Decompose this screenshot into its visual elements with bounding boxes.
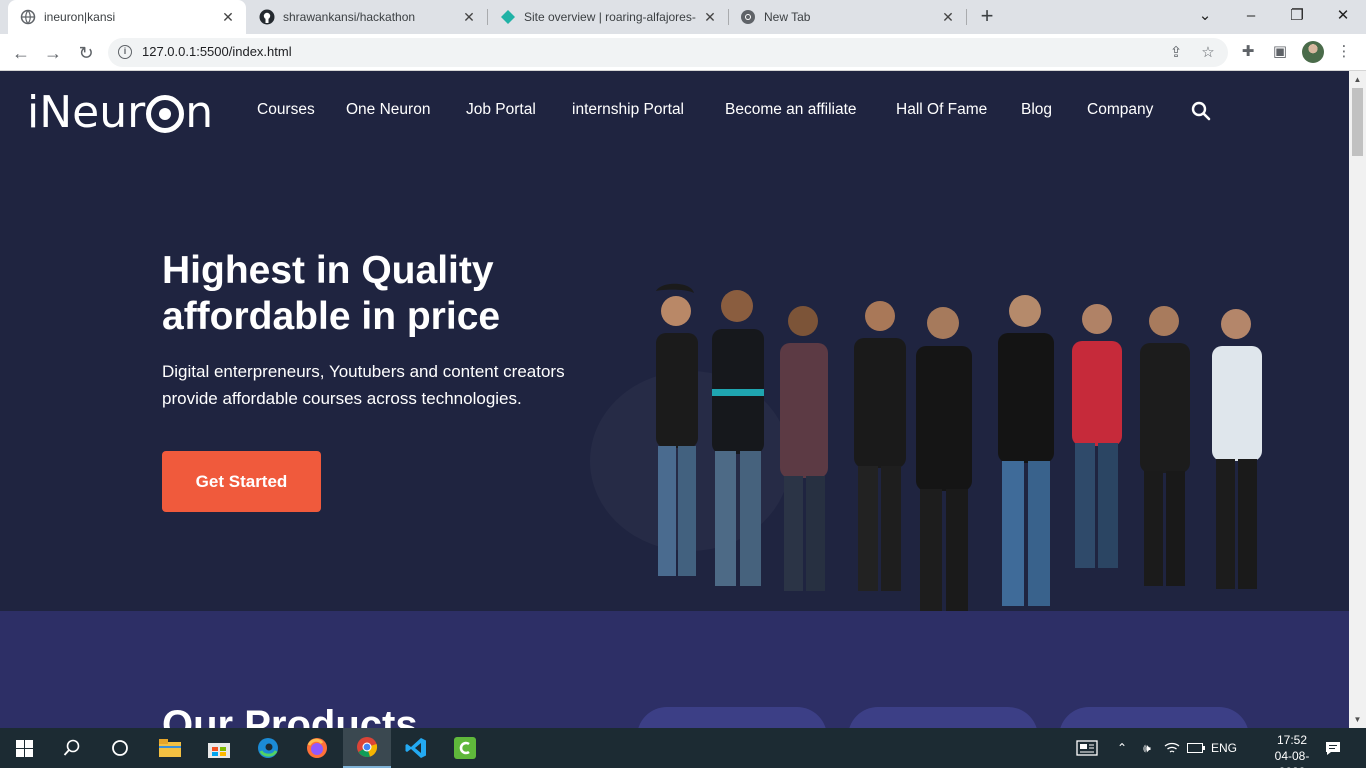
nav-hall-of-fame[interactable]: Hall Of Fame — [896, 101, 987, 119]
person-6 — [998, 295, 1054, 606]
logo-text-prefix: iNeur — [27, 86, 146, 138]
restore-icon[interactable]: ❐ — [1274, 0, 1320, 34]
firefox-icon[interactable] — [293, 728, 341, 768]
tab-divider — [966, 9, 967, 25]
windows-start-icon[interactable] — [0, 728, 48, 768]
clock-date: 04-08-2022 — [1274, 749, 1310, 779]
windows-taskbar: ⌃ 🕪 ENG 17:52 04-08-2022 — [0, 728, 1366, 779]
file-explorer-icon[interactable] — [146, 728, 194, 768]
tab-netlify[interactable]: Site overview | roaring-alfajores- ✕ — [488, 0, 728, 34]
product-card[interactable] — [637, 707, 827, 728]
microsoft-store-icon[interactable] — [195, 728, 243, 768]
tab-label: ineuron|kansi — [44, 10, 116, 24]
side-panel-icon[interactable]: ▣ — [1270, 42, 1290, 62]
nav-become-affiliate[interactable]: Become an affiliate — [725, 101, 857, 119]
nav-courses[interactable]: Courses — [257, 101, 315, 119]
task-view-icon[interactable] — [96, 728, 144, 768]
news-widget-icon[interactable] — [1072, 728, 1102, 768]
product-card[interactable] — [1059, 707, 1249, 728]
scrollbar-thumb[interactable] — [1352, 88, 1363, 156]
address-bar[interactable]: i 127.0.0.1:5500/index.html ⇪ ☆ — [108, 38, 1228, 67]
person-8 — [1140, 306, 1190, 586]
reload-icon[interactable]: ↻ — [73, 40, 99, 66]
back-icon[interactable]: ← — [8, 40, 34, 66]
product-card[interactable] — [848, 707, 1038, 728]
tab-new-tab[interactable]: New Tab ✕ — [728, 0, 966, 34]
menu-kebab-icon[interactable]: ⋮ — [1334, 42, 1354, 62]
products-section: Our Products — [0, 611, 1349, 728]
forward-icon[interactable]: → — [40, 40, 66, 66]
hero-title: Highest in Quality affordable in price — [162, 248, 622, 340]
profile-avatar[interactable] — [1302, 41, 1324, 63]
site-info-icon[interactable]: i — [118, 45, 132, 59]
netlify-icon — [501, 10, 515, 24]
person-5 — [916, 307, 972, 614]
new-tab-button[interactable]: + — [976, 5, 998, 28]
nav-job-portal[interactable]: Job Portal — [466, 101, 536, 119]
extensions-icon[interactable]: ✚ — [1238, 42, 1258, 62]
browser-toolbar: ← → ↻ i 127.0.0.1:5500/index.html ⇪ ☆ ✚ … — [0, 34, 1366, 71]
tab-search-icon[interactable]: ⌄ — [1182, 0, 1228, 34]
volume-icon[interactable]: 🕪 — [1136, 728, 1158, 768]
hero-subtitle-line-1: Digital enterpreneurs, Youtubers and con… — [162, 362, 565, 381]
get-started-button[interactable]: Get Started — [162, 451, 321, 512]
close-tab-icon[interactable]: ✕ — [702, 9, 718, 25]
close-tab-icon[interactable]: ✕ — [461, 9, 477, 25]
products-title: Our Products — [162, 703, 418, 728]
nav-one-neuron[interactable]: One Neuron — [346, 101, 430, 119]
bookmark-star-icon[interactable]: ☆ — [1198, 43, 1218, 63]
share-icon[interactable]: ⇪ — [1166, 43, 1186, 63]
chevron-up-icon[interactable]: ⌃ — [1112, 728, 1132, 768]
team-photo — [590, 283, 1262, 614]
notifications-icon[interactable] — [1320, 728, 1346, 768]
hero-title-line-1: Highest in Quality — [162, 249, 494, 292]
close-tab-icon[interactable]: ✕ — [220, 9, 236, 25]
tab-label: shrawankansi/hackathon — [283, 10, 416, 24]
person-2 — [712, 290, 764, 586]
camtasia-icon[interactable] — [441, 728, 489, 768]
clock-time: 17:52 — [1276, 733, 1308, 747]
language-indicator[interactable]: ENG — [1209, 728, 1239, 768]
browser-tab-strip: ineuron|kansi ✕ shrawankansi/hackathon ✕… — [0, 0, 1366, 34]
tab-label: New Tab — [764, 10, 811, 24]
nav-internship-portal[interactable]: internship Portal — [572, 101, 684, 119]
edge-icon[interactable] — [244, 728, 292, 768]
github-icon — [259, 9, 275, 25]
minimize-icon[interactable]: – — [1228, 0, 1274, 34]
person-3 — [780, 306, 828, 591]
hero-subtitle: Digital enterpreneurs, Youtubers and con… — [162, 358, 612, 412]
chrome-icon — [741, 10, 755, 24]
person-7 — [1072, 304, 1122, 568]
tab-ineuron[interactable]: ineuron|kansi ✕ — [8, 0, 246, 34]
search-icon[interactable] — [48, 728, 96, 768]
logo-text-suffix: n — [185, 86, 214, 138]
system-clock[interactable]: 17:52 04-08-2022 — [1262, 732, 1322, 780]
search-icon[interactable] — [1190, 100, 1212, 122]
battery-icon[interactable] — [1185, 728, 1207, 768]
close-tab-icon[interactable]: ✕ — [940, 9, 956, 25]
nav-blog[interactable]: Blog — [1021, 101, 1052, 119]
url-text: 127.0.0.1:5500/index.html — [142, 44, 292, 59]
page-content: iNeur n Courses One Neuron Job Portal in… — [0, 71, 1349, 728]
nav-company[interactable]: Company — [1087, 101, 1153, 119]
globe-icon — [20, 9, 36, 25]
scroll-up-icon[interactable]: ▲ — [1349, 71, 1366, 88]
wifi-icon[interactable] — [1161, 728, 1183, 768]
page-scrollbar[interactable]: ▲ ▼ — [1349, 71, 1366, 728]
scroll-down-icon[interactable]: ▼ — [1349, 711, 1366, 728]
person-9 — [1212, 309, 1262, 589]
hero-title-line-2: affordable in price — [162, 295, 501, 338]
person-4 — [854, 301, 906, 591]
tab-github[interactable]: shrawankansi/hackathon ✕ — [247, 0, 487, 34]
chrome-icon[interactable] — [343, 728, 391, 768]
hero-subtitle-line-2: provide affordable courses across techno… — [162, 389, 522, 408]
close-window-icon[interactable]: ✕ — [1320, 0, 1366, 34]
logo-ring-icon — [146, 95, 185, 133]
tab-label: Site overview | roaring-alfajores- — [524, 10, 696, 24]
vscode-icon[interactable] — [392, 728, 440, 768]
ineuron-logo[interactable]: iNeur n — [27, 86, 214, 138]
